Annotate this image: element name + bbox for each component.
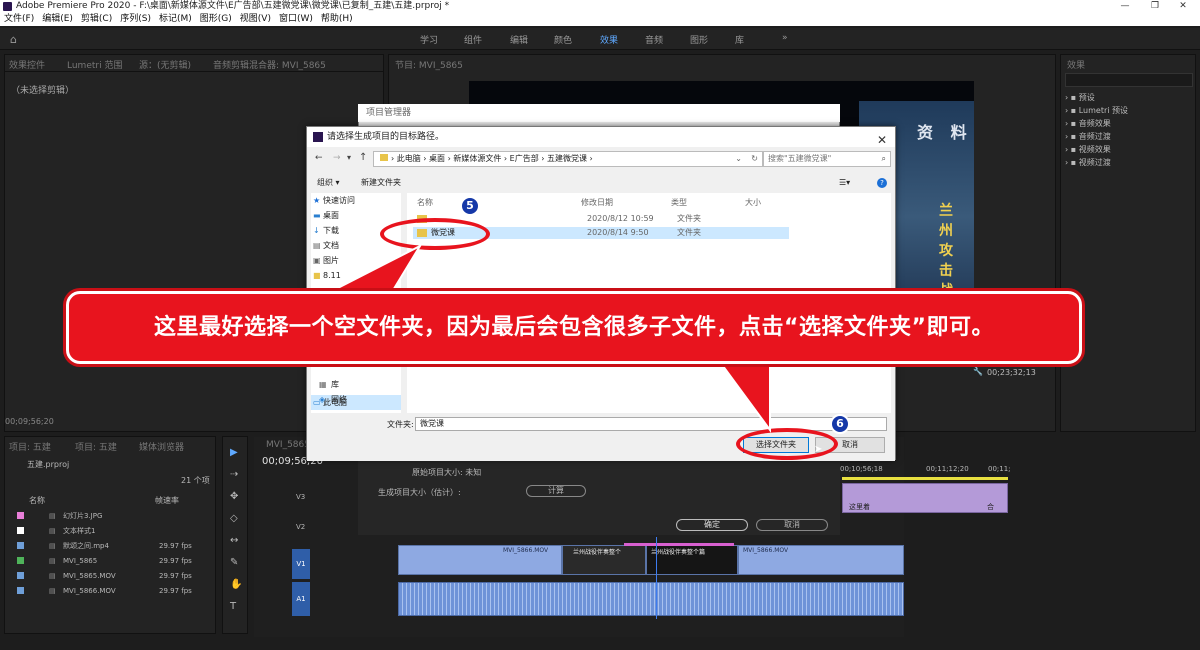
step-5-badge: 5 <box>460 196 480 216</box>
mouse-cursor-icon: ➤ <box>814 444 823 455</box>
callout-pointer-down <box>718 361 771 434</box>
instruction-callout: 这里最好选择一个空文件夹，因为最后会包含很多子文件，点击“选择文件夹”即可。 <box>66 291 1082 364</box>
callout-pointer-up <box>329 243 423 293</box>
step-6-badge: 6 <box>830 414 850 434</box>
